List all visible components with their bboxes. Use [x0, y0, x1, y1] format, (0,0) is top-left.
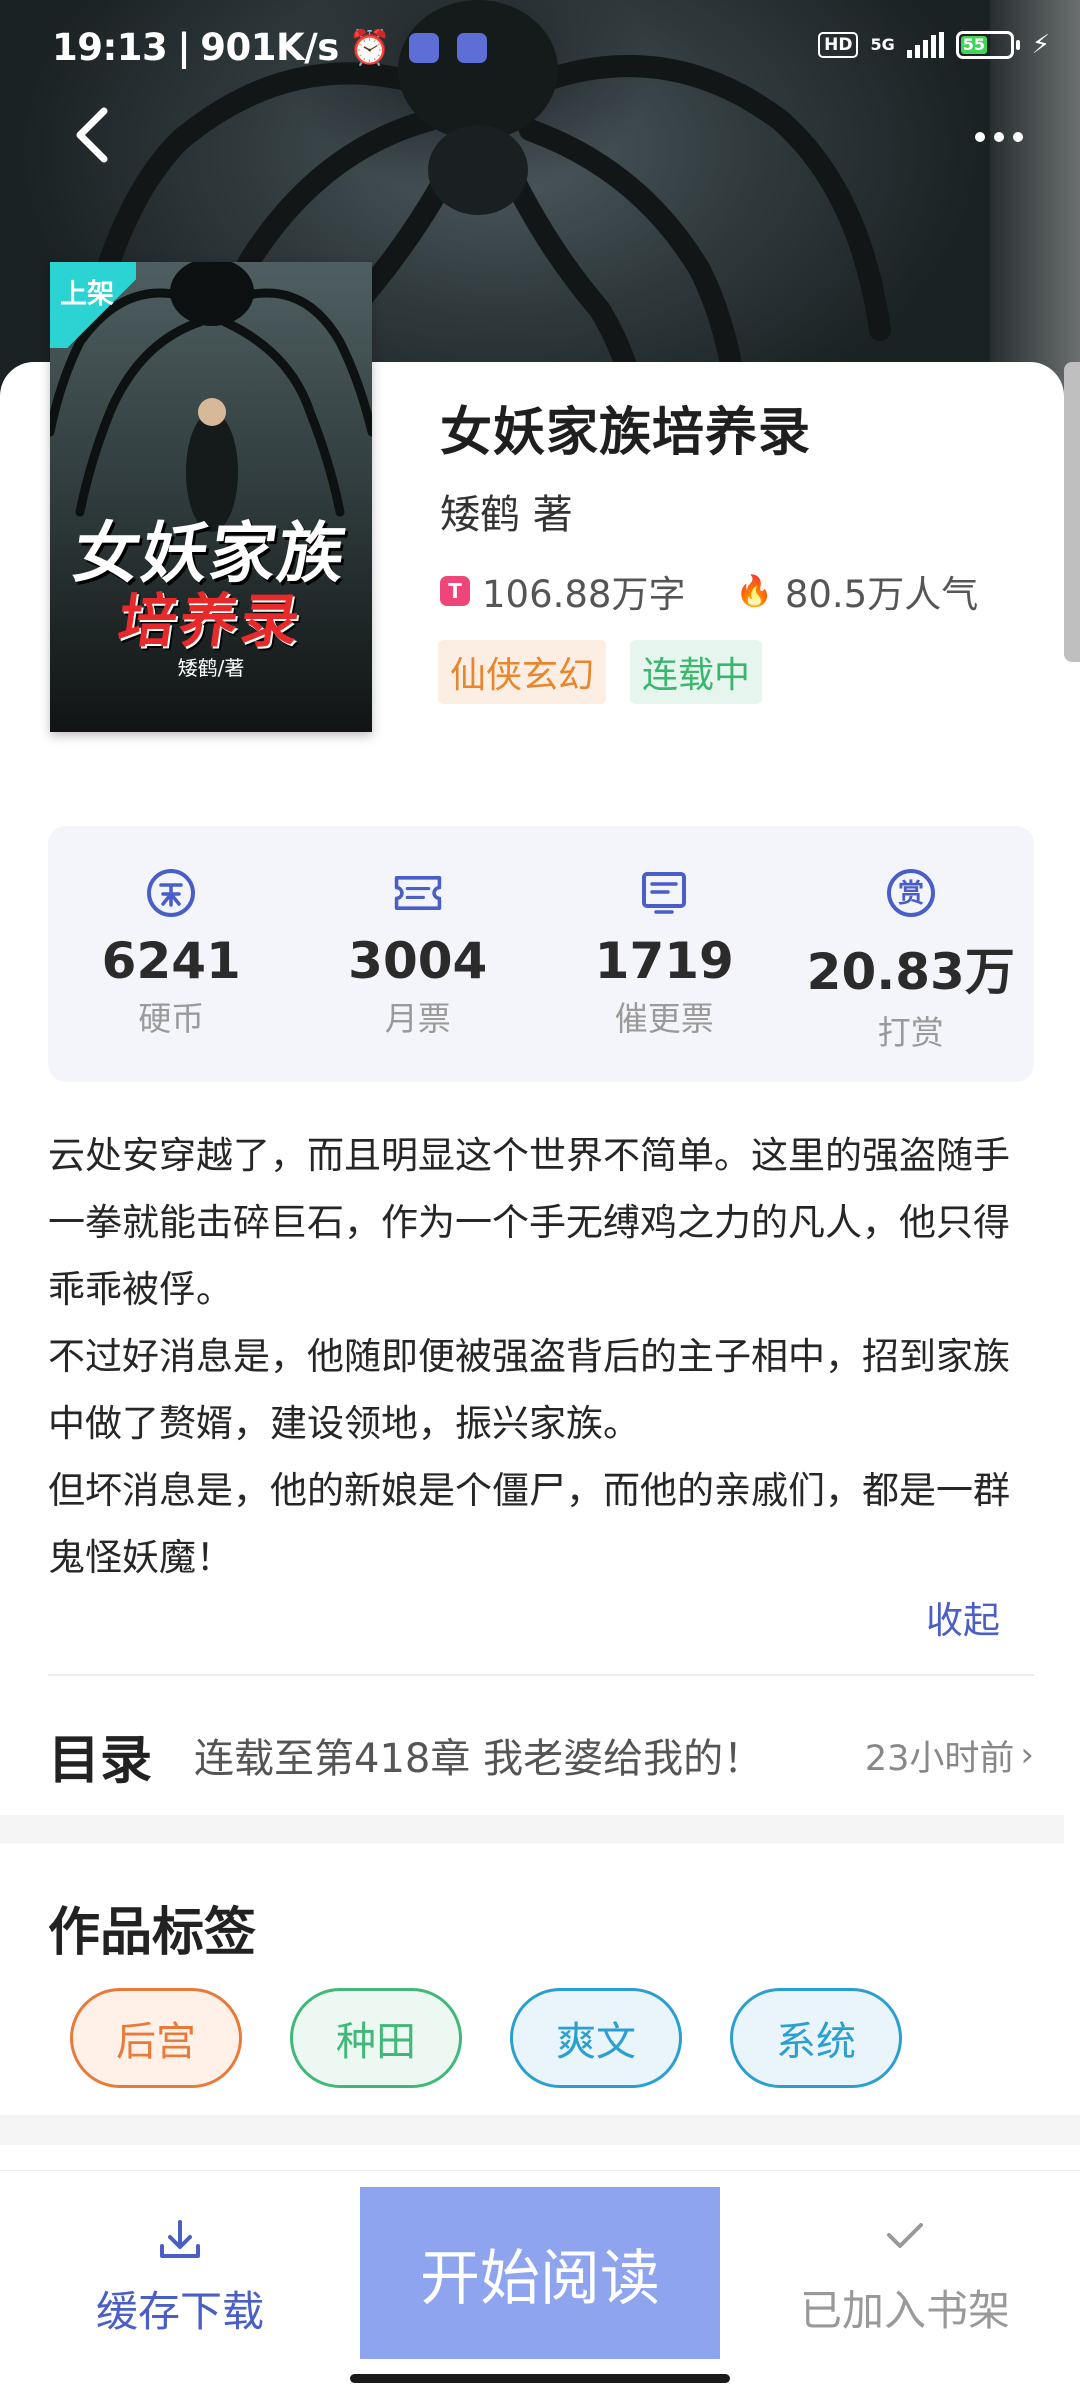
stat-label: 月票	[384, 999, 451, 1038]
tag-list: 后宫 种田 爽文 系统	[70, 1988, 902, 2088]
tag-satisfying[interactable]: 爽文	[510, 1988, 682, 2088]
download-label: 缓存下载	[95, 2287, 264, 2336]
more-options-button[interactable]	[964, 112, 1034, 162]
download-button[interactable]: 缓存下载	[60, 2216, 300, 2366]
status-time: 19:13	[52, 26, 168, 69]
status-speed: 901K/s	[200, 26, 339, 69]
popularity: 80.5万人气	[784, 573, 979, 616]
download-icon	[160, 2220, 200, 2258]
signal-icon	[906, 32, 944, 58]
back-button[interactable]	[62, 100, 122, 170]
start-reading-button[interactable]: 开始阅读	[360, 2187, 720, 2359]
section-separator	[0, 1815, 1064, 1843]
book-title: 女妖家族培养录	[440, 403, 812, 463]
alarm-icon: ⏰	[348, 27, 391, 68]
stats-panel: 6241 硬币 3004 月票 1719 催更票 赏 20.83万 打赏	[48, 826, 1034, 1082]
book-cover[interactable]: 上架 女妖家族 培养录 矮鹤/著	[50, 262, 372, 732]
synopsis-paragraph: 但坏消息是，他的新娘是个僵尸，而他的亲戚们，都是一群鬼怪妖魔！	[48, 1469, 1010, 1579]
status-badge: 连载中	[630, 640, 763, 704]
tag-system[interactable]: 系统	[730, 1988, 902, 2088]
svg-text:赏: 赏	[898, 879, 924, 909]
hd-icon: HD	[818, 32, 859, 58]
catalog-label: 目录	[48, 1730, 153, 1791]
more-icon	[975, 132, 985, 142]
book-author[interactable]: 矮鹤 著	[440, 482, 573, 540]
genre-badge[interactable]: 仙侠玄幻	[438, 640, 607, 704]
bookshelf-label: 已加入书架	[799, 2286, 1010, 2335]
bookshelf-button[interactable]: 已加入书架	[775, 2221, 1035, 2371]
collapse-button[interactable]: 收起	[926, 1590, 1000, 1644]
section-separator	[0, 2115, 1080, 2145]
latest-chapter: 连载至第418章 我老婆给我的！	[194, 1736, 764, 1782]
app-notification-icon	[408, 32, 439, 63]
stat-label: 打赏	[877, 1013, 944, 1052]
stat-value: 1719	[594, 932, 734, 990]
update-time: 23小时前	[864, 1738, 1015, 1779]
ticket-icon	[393, 868, 443, 918]
battery-icon: 55	[955, 31, 1020, 59]
stat-label: 催更票	[614, 999, 714, 1038]
chevron-right-icon: ›	[1020, 1735, 1034, 1775]
stat-rewards[interactable]: 赏 20.83万 打赏	[788, 826, 1035, 1082]
checkmark-icon	[887, 2223, 923, 2248]
catalog-row[interactable]: 目录 连载至第418章 我老婆给我的！ 23小时前 ›	[48, 1700, 1034, 1810]
divider	[48, 1674, 1034, 1676]
coin-icon	[146, 868, 196, 918]
book-meta: T 106.88万字 🔥 80.5万人气	[440, 564, 978, 618]
cover-title-line2: 培养录	[114, 587, 307, 655]
home-indicator[interactable]	[350, 2374, 730, 2383]
cover-badge: 上架	[50, 262, 136, 348]
app-notification-icon-2	[456, 32, 487, 63]
update-ticket-icon	[639, 868, 689, 918]
stat-value: 6241	[101, 932, 241, 990]
stat-update-tickets[interactable]: 1719 催更票	[541, 826, 788, 1082]
stat-value: 3004	[348, 932, 488, 990]
synopsis-paragraph: 云处安穿越了，而且明显这个世界不简单。这里的强盗随手一拳就能击碎巨石，作为一个手…	[48, 1134, 1010, 1311]
reward-icon: 赏	[886, 868, 936, 918]
flame-icon: 🔥	[735, 573, 773, 609]
synopsis: 云处安穿越了，而且明显这个世界不简单。这里的强盗随手一拳就能击碎巨石，作为一个手…	[48, 1122, 1020, 1591]
stat-monthly-tickets[interactable]: 3004 月票	[295, 826, 542, 1082]
status-bar: 19:13 | 901K/s ⏰ HD 5G 55 ⚡	[52, 26, 1050, 69]
battery-level: 55	[960, 36, 988, 54]
stat-value: 20.83万	[806, 943, 1015, 1001]
stat-label: 硬币	[138, 999, 205, 1038]
synopsis-paragraph: 不过好消息是，他随即便被强盗背后的主子相中，招到家族中做了赘婿，建设领地，振兴家…	[48, 1335, 1010, 1445]
chevron-left-icon	[76, 107, 108, 163]
bottom-action-bar: 缓存下载 开始阅读 已加入书架	[0, 2170, 1080, 2400]
book-badges: 仙侠玄幻 连载中	[438, 640, 763, 704]
tag-farming[interactable]: 种田	[290, 1988, 462, 2088]
stat-coins[interactable]: 6241 硬币	[48, 826, 295, 1082]
charging-icon: ⚡	[1031, 30, 1050, 60]
scrollbar[interactable]	[1064, 362, 1080, 662]
word-count-icon: T	[440, 576, 470, 606]
tags-heading: 作品标签	[48, 1903, 257, 1963]
network-type: 5G	[870, 35, 895, 54]
word-count: 106.88万字	[482, 573, 686, 616]
tag-harem[interactable]: 后宫	[70, 1988, 242, 2088]
cover-author: 矮鹤/著	[177, 656, 245, 680]
